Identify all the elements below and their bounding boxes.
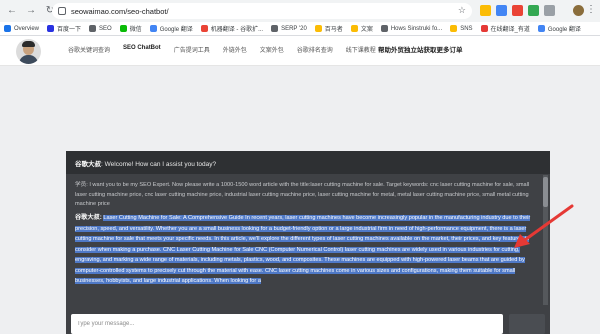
bookmark-item[interactable]: Overview [4, 25, 39, 32]
bookmark-item[interactable]: 微信 [119, 24, 142, 33]
bookmark-item[interactable]: Hows Sinstruki fo... [380, 25, 443, 32]
extension-icon[interactable] [512, 5, 523, 16]
back-icon[interactable]: ← [5, 4, 19, 18]
bookmark-item[interactable]: Google 翻译 [149, 24, 193, 33]
chat-greeting: 谷歌大叔: Welcome! How can I assist you toda… [66, 151, 550, 174]
bookmark-item[interactable]: 百度一下 [47, 24, 81, 33]
bookmark-item[interactable]: 在线翻译_有道 [480, 24, 530, 33]
bookmark-favicon-icon [47, 25, 55, 32]
bookmark-favicon-icon [350, 25, 358, 32]
bookmark-label: 百度一下 [57, 27, 82, 33]
bookmark-label: 机器翻译 - 谷歌扩... [210, 27, 264, 33]
user-prefix: 学员: [75, 182, 88, 188]
nav-item[interactable]: 广告提词工具 [174, 45, 210, 54]
chat-input-row [66, 311, 550, 334]
bookmark-item[interactable]: SERP '20 [271, 25, 307, 32]
bookmark-label: SERP '20 [281, 25, 307, 32]
bookmark-item[interactable]: 机器翻译 - 谷歌扩... [200, 24, 264, 33]
bookmarks-bar: Overview 百度一下 SEO 微信 Google 翻译 机器翻译 - 谷歌扩... S… [0, 22, 600, 36]
annotation-arrow-icon [514, 204, 574, 248]
bookmark-item[interactable]: Google 翻译 [537, 24, 581, 33]
extension-icon[interactable] [496, 5, 507, 16]
site-nav: 谷歌关键词查询 SEO ChatBot 广告提词工具 外链外包 文案外包 谷歌排名查询 线下… [68, 45, 389, 54]
bookmark-item[interactable]: SNS [450, 25, 473, 32]
extension-icon[interactable] [480, 5, 491, 16]
browser-toolbar: ← → ↻ seowaimao.com/seo-chatbot/ ☆ ⋮ [0, 0, 600, 22]
nav-item[interactable]: 文案外包 [260, 45, 284, 54]
site-header: 谷歌关键词查询 SEO ChatBot 广告提词工具 外链外包 文案外包 谷歌排名查询 线下… [0, 36, 600, 66]
bookmark-label: 在线翻译_有道 [490, 27, 530, 33]
chatbot-window: 谷歌大叔: Welcome! How can I assist you toda… [66, 151, 550, 334]
nav-item[interactable]: 谷歌排名查询 [297, 45, 333, 54]
lock-icon [58, 7, 66, 15]
nav-item[interactable]: 线下课教程 [346, 45, 376, 54]
bookmark-favicon-icon [450, 25, 458, 32]
browser-menu-icon[interactable]: ⋮ [586, 4, 596, 16]
url-text: seowaimao.com/seo-chatbot/ [71, 6, 169, 16]
bookmark-label: Google 翻译 [159, 27, 193, 33]
extension-icon[interactable] [544, 5, 555, 16]
site-logo-avatar[interactable] [16, 39, 41, 64]
bookmark-favicon-icon [89, 25, 97, 32]
bookmark-favicon-icon [380, 25, 388, 32]
bookmark-label: 文案 [360, 27, 373, 33]
bookmark-favicon-icon [537, 25, 545, 32]
bookmark-item[interactable]: 文案 [350, 24, 373, 33]
bookmark-label: Hows Sinstruki fo... [390, 25, 443, 32]
bookmark-label: SEO [99, 25, 112, 32]
send-button[interactable] [509, 314, 545, 334]
greeting-text: Welcome! How can I assist you today? [104, 161, 217, 168]
bot-name: 谷歌大叔 [75, 161, 101, 168]
bookmark-favicon-icon [119, 25, 127, 32]
bookmark-label: 百马者 [324, 27, 343, 33]
message-input[interactable] [71, 314, 503, 334]
user-message: 学员: I want you to be my SEO Expert. Now … [75, 181, 537, 210]
bot-reply-text[interactable]: Laser Cutting Machine for Sale: A Compre… [75, 215, 531, 284]
bookmark-item[interactable]: 百马者 [314, 24, 343, 33]
nav-item[interactable]: 谷歌关键词查询 [68, 45, 110, 54]
address-bar[interactable]: seowaimao.com/seo-chatbot/ ☆ [52, 3, 472, 19]
bookmark-favicon-icon [149, 25, 157, 32]
extension-icon[interactable] [528, 5, 539, 16]
bookmark-item[interactable]: SEO [89, 25, 112, 32]
profile-avatar-icon[interactable] [573, 5, 584, 16]
bookmark-star-icon[interactable]: ☆ [458, 5, 466, 16]
bookmark-label: 微信 [129, 27, 142, 33]
bookmark-favicon-icon [200, 25, 208, 32]
bookmark-favicon-icon [271, 25, 279, 32]
bookmark-favicon-icon [314, 25, 322, 32]
bot-name-label: 谷歌大叔 [75, 214, 100, 221]
promo-text[interactable]: 帮助外贸独立站获取更多订单 [378, 44, 463, 54]
bookmark-favicon-icon [4, 25, 11, 32]
bookmark-label: Overview [14, 25, 40, 32]
bookmark-favicon-icon [480, 25, 488, 32]
bookmark-label: SNS [460, 25, 473, 32]
forward-icon[interactable]: → [24, 4, 38, 18]
bookmark-label: Google 翻译 [547, 27, 581, 33]
bot-message: 谷歌大叔: Laser Cutting Machine for Sale: A … [75, 214, 531, 284]
user-message-text: I want you to be my SEO Expert. Now plea… [75, 182, 530, 207]
nav-item[interactable]: SEO ChatBot [123, 45, 161, 54]
nav-item[interactable]: 外链外包 [223, 45, 247, 54]
